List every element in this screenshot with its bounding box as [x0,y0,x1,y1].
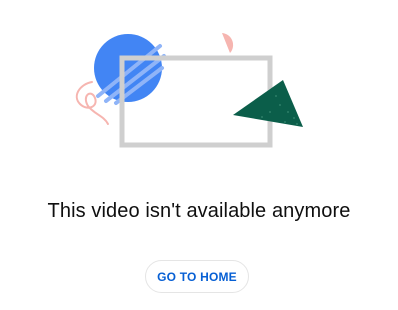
video-unavailable-page: This video isn't available anymore GO TO… [0,0,398,310]
pink-semicircle-icon [222,33,234,53]
unavailable-message: This video isn't available anymore [47,200,351,222]
go-to-home-button[interactable]: GO TO HOME [145,260,249,293]
video-unavailable-illustration [75,33,303,148]
blue-circle-icon [94,34,166,105]
